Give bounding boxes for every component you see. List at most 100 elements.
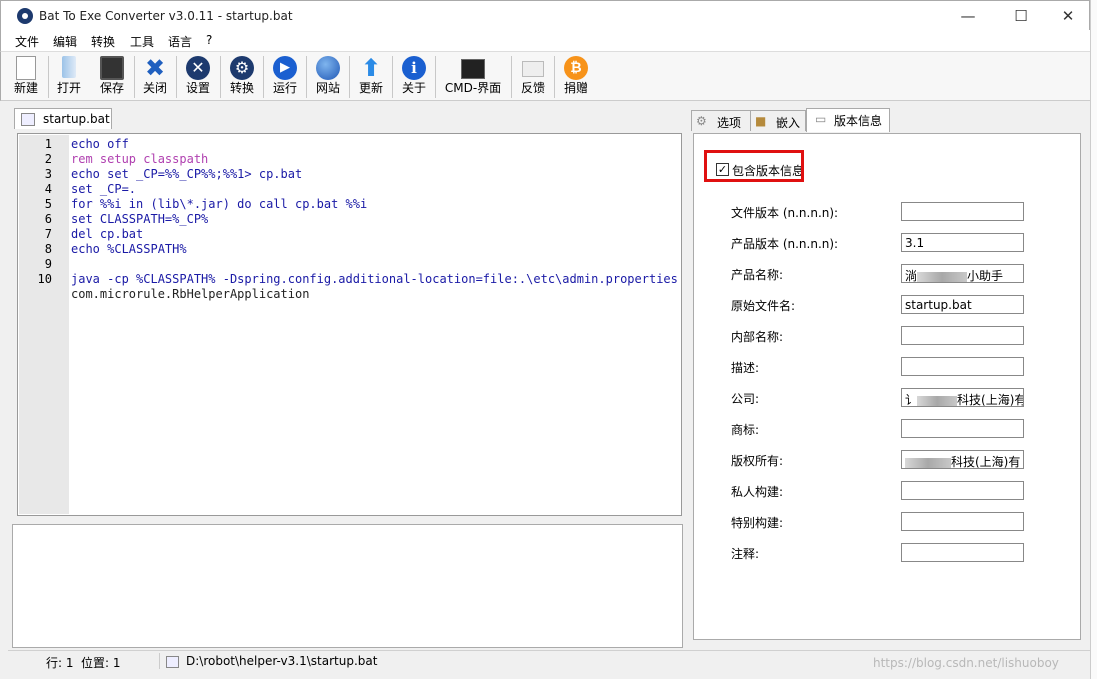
code-line: echo set _CP=%%_CP%%;%%1> cp.bat [71, 167, 303, 181]
menu-tools[interactable]: 工具 [130, 33, 154, 50]
toolbar-cmd-button[interactable]: CMD-界面 [439, 54, 507, 100]
toolbar-close-button[interactable]: ✖ 关闭 [137, 54, 173, 100]
document-icon: ▭ [815, 112, 827, 126]
private-build-field[interactable] [901, 481, 1024, 500]
code-line: rem setup classpath [71, 152, 209, 166]
trademark-label: 商标: [731, 423, 760, 437]
settings-icon: ✕ [186, 56, 210, 80]
copyright-field[interactable]: 科技(上海)有 [901, 450, 1024, 469]
code-line: for %%i in (lib\*.jar) do call cp.bat %%… [71, 197, 368, 211]
line-number: 2 [44, 152, 52, 166]
maximize-button[interactable]: ☐ [1006, 5, 1036, 27]
internal-name-label: 内部名称: [731, 330, 784, 344]
menu-file[interactable]: 文件 [15, 33, 39, 50]
status-line: 行: 1 [46, 656, 74, 670]
editor-tab-label: startup.bat [43, 112, 110, 126]
status-position: 位置: 1 [81, 656, 121, 670]
private-build-label: 私人构建: [731, 485, 784, 499]
original-filename-label: 原始文件名: [731, 299, 796, 313]
file-version-field[interactable] [901, 202, 1024, 221]
line-number: 8 [44, 242, 52, 256]
code-editor[interactable]: 1 2 3 4 5 6 7 8 9 10 echo off rem setup … [17, 133, 682, 516]
product-name-label: 产品名称: [731, 268, 784, 282]
close-icon: ✖ [144, 54, 166, 82]
tab-options[interactable]: ⚙ 选项 [691, 110, 751, 131]
special-build-field[interactable] [901, 512, 1024, 531]
code-line: del cp.bat [71, 227, 144, 241]
terminal-icon [461, 59, 485, 79]
toolbar-convert-button[interactable]: ⚙ 转换 [223, 54, 261, 100]
save-icon [100, 56, 124, 80]
toolbar-update-button[interactable]: ⬆ 更新 [352, 54, 390, 100]
line-number: 1 [44, 137, 52, 151]
tab-version-info[interactable]: ▭ 版本信息 [806, 108, 890, 132]
menu-bar: 文件 编辑 转换 工具 语言 ? [0, 30, 1090, 51]
special-build-label: 特别构建: [731, 516, 784, 530]
background-window-edge [1090, 0, 1097, 679]
update-icon: ⬆ [360, 54, 382, 82]
code-line: echo %CLASSPATH% [71, 242, 187, 256]
code-line: echo off [71, 137, 129, 151]
description-label: 描述: [731, 361, 760, 375]
toolbar-open-button[interactable]: 打开 [51, 54, 87, 100]
line-number: 6 [44, 212, 52, 226]
toolbar-donate-button[interactable]: ₿ 捐赠 [557, 54, 595, 100]
toolbar-new-button[interactable]: 新建 [7, 54, 45, 100]
original-filename-field[interactable]: startup.bat [901, 295, 1024, 314]
line-number: 10 [37, 272, 52, 286]
file-version-label: 文件版本 (n.n.n.n): [731, 206, 839, 220]
output-panel[interactable] [12, 524, 683, 648]
new-file-icon [16, 56, 36, 80]
globe-icon [316, 56, 340, 80]
internal-name-field[interactable] [901, 326, 1024, 345]
company-label: 公司: [731, 392, 760, 406]
editor-tab[interactable]: startup.bat [14, 108, 112, 129]
box-icon: ■ [755, 114, 767, 128]
line-number: 4 [44, 182, 52, 196]
convert-icon: ⚙ [230, 56, 254, 80]
line-number: 9 [44, 257, 52, 271]
trademark-field[interactable] [901, 419, 1024, 438]
toolbar-save-button[interactable]: 保存 [93, 54, 131, 100]
comments-label: 注释: [731, 547, 760, 561]
file-icon [166, 656, 179, 668]
title-bar: Bat To Exe Converter v3.0.11 - startup.b… [0, 0, 1090, 30]
menu-language[interactable]: 语言 [168, 33, 192, 50]
minimize-button[interactable]: — [953, 5, 983, 27]
code-line: java -cp %CLASSPATH% -Dspring.config.add… [71, 272, 678, 286]
status-path: D:\robot\helper-v3.1\startup.bat [186, 654, 378, 668]
line-number: 3 [44, 167, 52, 181]
gear-icon: ⚙ [696, 114, 707, 128]
menu-help[interactable]: ? [206, 33, 212, 47]
highlight-box [704, 150, 804, 182]
app-icon [17, 8, 33, 24]
copyright-label: 版权所有: [731, 454, 784, 468]
toolbar-settings-button[interactable]: ✕ 设置 [179, 54, 217, 100]
close-window-button[interactable]: ✕ [1053, 5, 1083, 27]
toolbar-feedback-button[interactable]: 反馈 [514, 54, 552, 100]
tab-embed[interactable]: ■ 嵌入 [750, 110, 806, 131]
description-field[interactable] [901, 357, 1024, 376]
toolbar-about-button[interactable]: i 关于 [395, 54, 433, 100]
toolbar-run-button[interactable]: ▶ 运行 [266, 54, 304, 100]
toolbar-website-button[interactable]: 网站 [309, 54, 347, 100]
line-number: 5 [44, 197, 52, 211]
company-field[interactable]: 讠科技(上海)有 [901, 388, 1024, 407]
comments-field[interactable] [901, 543, 1024, 562]
product-version-field[interactable]: 3.1 [901, 233, 1024, 252]
product-version-label: 产品版本 (n.n.n.n): [731, 237, 839, 251]
window-title: Bat To Exe Converter v3.0.11 - startup.b… [39, 9, 293, 23]
watermark: https://blog.csdn.net/lishuoboy [873, 656, 1059, 670]
product-name-field[interactable]: 淌小助手 [901, 264, 1024, 283]
toolbar: 新建 打开 保存 ✖ 关闭 ✕ 设置 ⚙ 转换 ▶ 运行 网站 ⬆ 更新 i 关… [0, 51, 1090, 101]
bitcoin-icon: ₿ [564, 56, 588, 80]
code-line: set CLASSPATH=%_CP% [71, 212, 209, 226]
menu-edit[interactable]: 编辑 [53, 33, 77, 50]
menu-convert[interactable]: 转换 [91, 33, 115, 50]
line-number: 7 [44, 227, 52, 241]
run-icon: ▶ [273, 56, 297, 80]
code-line: com.microrule.RbHelperApplication [71, 287, 310, 301]
file-icon [21, 113, 35, 126]
info-icon: i [402, 56, 426, 80]
code-line: set _CP=. [71, 182, 137, 196]
